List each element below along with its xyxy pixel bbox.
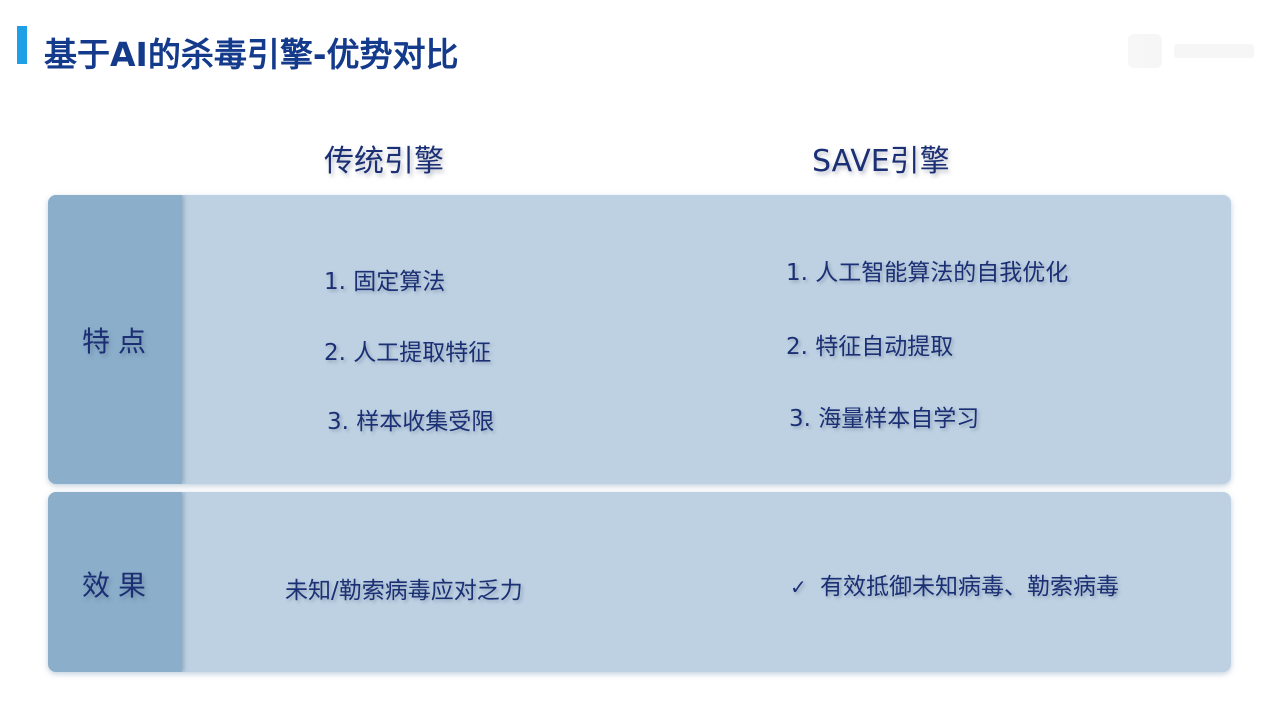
save-feature-item: 2. 特征自动提取 <box>786 334 954 360</box>
column-header-save: SAVE引擎 <box>812 144 950 179</box>
features-row-label: 特点 <box>48 195 182 484</box>
traditional-feature-item: 1. 固定算法 <box>324 269 446 295</box>
features-panel: 特点 1. 固定算法 2. 人工提取特征 3. 样本收集受限 1. 人工智能算法… <box>48 195 1231 484</box>
column-header-traditional: 传统引擎 <box>324 144 444 179</box>
traditional-effect-item: 未知/勒索病毒应对乏力 <box>285 578 523 604</box>
effects-row-label: 效果 <box>48 492 182 672</box>
features-label-text: 特点 <box>81 325 154 358</box>
save-effect-item: ✓ 有效抵御未知病毒、勒索病毒 <box>790 567 1119 601</box>
checkmark-icon: ✓ <box>790 575 807 599</box>
effects-label-text: 效果 <box>81 569 154 602</box>
effects-panel: 效果 未知/勒索病毒应对乏力 ✓ 有效抵御未知病毒、勒索病毒 <box>48 492 1231 672</box>
slide-title: 基于AI的杀毒引擎-优势对比 <box>44 35 459 74</box>
save-effect-text: 有效抵御未知病毒、勒索病毒 <box>820 574 1119 600</box>
title-accent-bar <box>17 26 27 64</box>
traditional-feature-item: 2. 人工提取特征 <box>324 340 492 366</box>
save-feature-item: 1. 人工智能算法的自我优化 <box>786 260 1069 286</box>
traditional-feature-item: 3. 样本收集受限 <box>327 409 495 435</box>
logo-watermark <box>1128 34 1258 68</box>
save-feature-item: 3. 海量样本自学习 <box>789 406 980 432</box>
